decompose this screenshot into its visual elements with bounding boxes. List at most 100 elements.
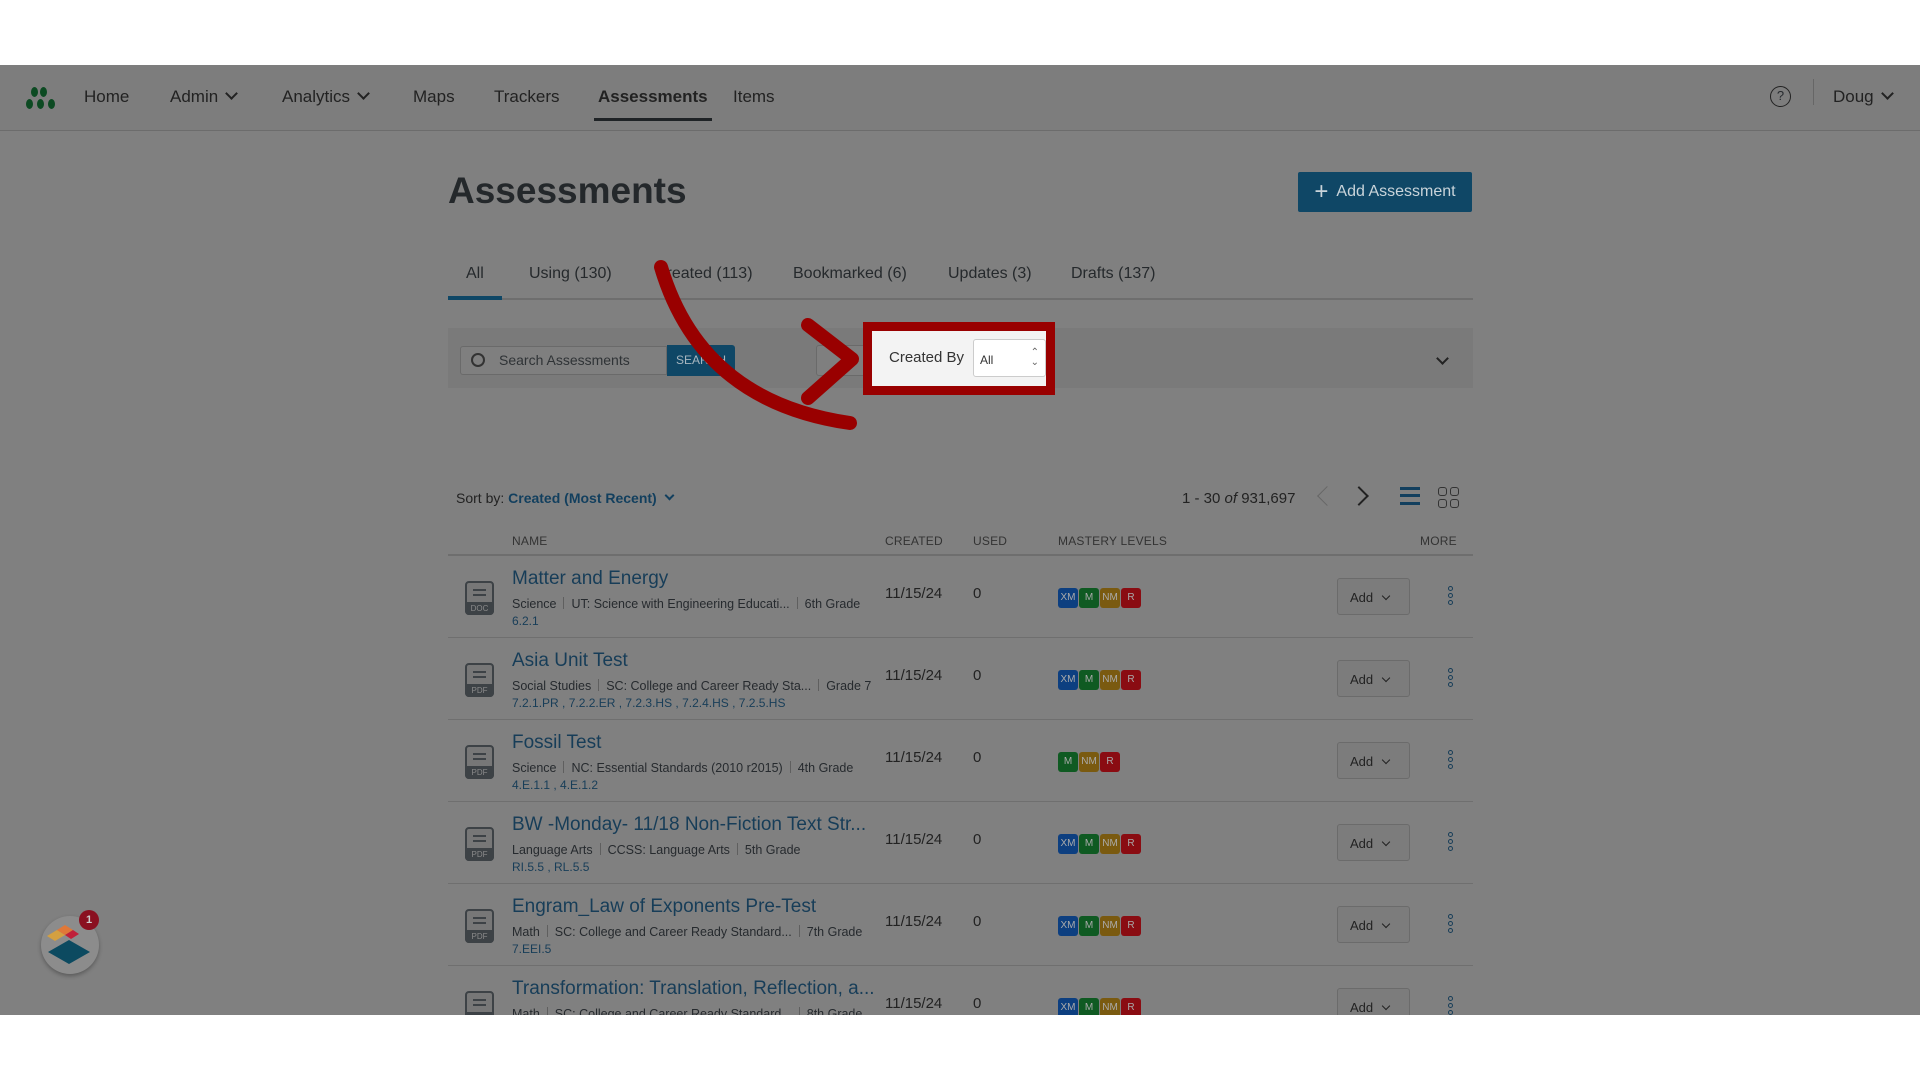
mastery-badge-m: M	[1079, 670, 1099, 690]
row-standard: UT: Science with Engineering Educati...	[571, 597, 790, 611]
mastery-badge-r: R	[1100, 752, 1120, 772]
row-used: 0	[973, 749, 982, 766]
tab-1[interactable]: Using (130)	[529, 265, 612, 283]
created-by-select[interactable]: All ⌃ ⌄	[973, 339, 1046, 377]
nav-label: Trackers	[494, 87, 560, 106]
search-button[interactable]: SEARCH	[667, 345, 735, 376]
notification-badge: 1	[79, 910, 99, 930]
column-used[interactable]: USED	[973, 534, 1007, 548]
assessment-title-link[interactable]: Transformation: Translation, Reflection,…	[512, 978, 875, 1000]
user-menu[interactable]: Doug	[1833, 87, 1894, 107]
nav-label: Maps	[413, 87, 455, 106]
row-standard: SC: College and Career Ready Standard...	[554, 1007, 792, 1015]
row-title: Fossil Test	[512, 732, 602, 753]
add-dropdown[interactable]: Add	[1337, 742, 1410, 779]
chevron-down-icon	[1381, 673, 1391, 683]
nav-item-assessments[interactable]: Assessments	[594, 87, 712, 121]
add-dropdown[interactable]: Add	[1337, 578, 1410, 615]
mastery-badge-xm: XM	[1058, 834, 1078, 854]
mastery-levels: XM M NM R	[1058, 998, 1141, 1015]
top-nav: Home Admin Analytics Maps Trackers Assessment…	[0, 65, 1920, 131]
add-dropdown[interactable]: Add	[1337, 906, 1410, 943]
tab-0[interactable]: All	[448, 265, 502, 300]
next-page-icon[interactable]	[1349, 486, 1369, 506]
chevron-down-icon	[1381, 919, 1391, 929]
more-options-icon[interactable]	[1448, 586, 1454, 607]
user-name: Doug	[1833, 87, 1874, 106]
nav-item-analytics[interactable]: Analytics	[282, 87, 370, 107]
row-standard-codes[interactable]: RI.5.5 , RL.5.5	[512, 860, 589, 874]
mastery-levels: M NM R	[1058, 752, 1120, 772]
row-meta: Social Studies SC: College and Career Rea…	[512, 679, 871, 693]
mastery-badge-m: M	[1079, 834, 1099, 854]
search-placeholder: Search Assessments	[499, 352, 630, 368]
more-options-icon[interactable]	[1448, 914, 1454, 935]
nav-item-items[interactable]: Items	[733, 87, 775, 107]
more-options-icon[interactable]	[1448, 996, 1454, 1015]
logo-icon[interactable]	[24, 85, 64, 115]
expand-filters-chevron-icon[interactable]	[1436, 352, 1449, 365]
tab-2[interactable]: Created (113)	[655, 265, 753, 283]
assessment-title-link[interactable]: Fossil Test	[512, 732, 601, 754]
sort-control[interactable]: Sort by: Created (Most Recent)	[456, 490, 675, 506]
row-created: 11/15/24	[885, 995, 943, 1012]
table-row: PDF Asia Unit Test Social Studies SC: Col…	[448, 638, 1473, 720]
mastery-badge-xm: XM	[1058, 670, 1078, 690]
mastery-badge-nm: NM	[1100, 916, 1120, 936]
help-widget-button[interactable]: 1	[41, 910, 99, 974]
table-row: PDF Engram_Law of Exponents Pre-Test Mat…	[448, 884, 1473, 966]
mastery-levels: XM M NM R	[1058, 588, 1141, 608]
assessment-title-link[interactable]: Engram_Law of Exponents Pre-Test	[512, 896, 816, 918]
list-view-icon[interactable]	[1400, 487, 1420, 505]
grid-view-icon[interactable]	[1438, 487, 1459, 508]
nav-item-maps[interactable]: Maps	[413, 87, 455, 107]
mastery-badge-r: R	[1121, 588, 1141, 608]
nav-item-trackers[interactable]: Trackers	[494, 87, 560, 107]
assessment-title-link[interactable]: Matter and Energy	[512, 568, 668, 590]
file-type: PDF	[465, 930, 494, 943]
add-dropdown[interactable]: Add	[1337, 988, 1410, 1015]
add-label: Add	[1350, 590, 1374, 605]
row-title: Matter and Energy	[512, 568, 669, 589]
tab-4[interactable]: Updates (3)	[948, 265, 1032, 283]
nav-item-admin[interactable]: Admin	[170, 87, 239, 107]
add-dropdown[interactable]: Add	[1337, 660, 1410, 697]
row-meta: Science NC: Essential Standards (2010 r20…	[512, 761, 853, 775]
search-input[interactable]: Search Assessments	[460, 346, 667, 375]
row-grade: 7th Grade	[806, 925, 863, 939]
nav-item-home[interactable]: Home	[84, 87, 129, 107]
help-icon[interactable]: ?	[1770, 86, 1791, 107]
add-assessment-button[interactable]: + Add Assessment	[1298, 172, 1472, 212]
row-standard: SC: College and Career Ready Sta...	[606, 679, 812, 693]
created-by-value: All	[980, 353, 994, 367]
row-standard-codes[interactable]: 6.2.1	[512, 614, 539, 628]
row-standard-codes[interactable]: 4.E.1.1 , 4.E.1.2	[512, 778, 598, 792]
chevron-down-icon	[1381, 755, 1391, 765]
add-assessment-label: Add Assessment	[1336, 183, 1456, 200]
chevron-down-icon	[664, 490, 675, 501]
more-options-icon[interactable]	[1448, 668, 1454, 689]
mastery-levels: XM M NM R	[1058, 916, 1141, 936]
tab-3[interactable]: Bookmarked (6)	[793, 265, 907, 283]
file-type: PDF	[465, 684, 494, 697]
assessment-title-link[interactable]: BW -Monday- 11/18 Non-Fiction Text Str..…	[512, 814, 866, 836]
assessment-title-link[interactable]: Asia Unit Test	[512, 650, 628, 672]
more-options-icon[interactable]	[1448, 832, 1454, 853]
more-options-icon[interactable]	[1448, 750, 1454, 771]
pdf-file-icon: PDF	[465, 663, 494, 697]
doc-file-icon: DOC	[465, 991, 494, 1015]
column-name: NAME	[512, 534, 548, 548]
mastery-badge-xm: XM	[1058, 588, 1078, 608]
search-icon	[471, 353, 485, 367]
row-standard-codes[interactable]: 7.EEI.5	[512, 942, 551, 956]
column-created[interactable]: CREATED	[885, 534, 943, 548]
mastery-badge-nm: NM	[1100, 834, 1120, 854]
add-dropdown[interactable]: Add	[1337, 824, 1410, 861]
row-created: 11/15/24	[885, 913, 943, 930]
row-grade: 4th Grade	[797, 761, 854, 775]
prev-page-icon[interactable]	[1317, 486, 1337, 506]
tab-5[interactable]: Drafts (137)	[1071, 265, 1155, 283]
row-grade: Grade 7	[826, 679, 872, 693]
row-used: 0	[973, 913, 982, 930]
row-standard-codes[interactable]: 7.2.1.PR , 7.2.2.ER , 7.2.3.HS , 7.2.4.H…	[512, 696, 785, 710]
